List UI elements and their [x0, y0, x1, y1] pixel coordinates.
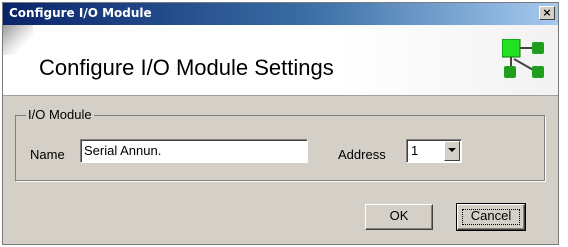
- name-field[interactable]: Serial Annun.: [80, 139, 308, 163]
- ok-button[interactable]: OK: [365, 204, 433, 230]
- banner-heading: Configure I/O Module Settings: [39, 55, 334, 80]
- cancel-button[interactable]: Cancel: [456, 203, 526, 231]
- address-label: Address: [338, 147, 386, 162]
- network-nodes-icon: [502, 39, 544, 78]
- address-select[interactable]: 1: [406, 139, 462, 163]
- address-dropdown-button[interactable]: [444, 141, 460, 161]
- chevron-down-icon: [448, 148, 456, 152]
- name-label: Name: [30, 147, 65, 162]
- address-value: 1: [411, 143, 419, 158]
- header-banner: Configure I/O Module Settings: [3, 25, 558, 96]
- title-bar[interactable]: Configure I/O Module ×: [3, 3, 558, 25]
- configure-io-module-dialog: Configure I/O Module × Configure I/O Mod…: [2, 2, 559, 245]
- window-title: Configure I/O Module: [9, 6, 152, 20]
- focus-rectangle: [462, 209, 520, 225]
- banner-corner-decoration: [3, 25, 33, 55]
- close-button[interactable]: ×: [539, 6, 555, 20]
- io-module-groupbox: I/O Module Name Serial Annun. Address 1: [15, 107, 545, 181]
- groupbox-legend: I/O Module: [26, 107, 94, 122]
